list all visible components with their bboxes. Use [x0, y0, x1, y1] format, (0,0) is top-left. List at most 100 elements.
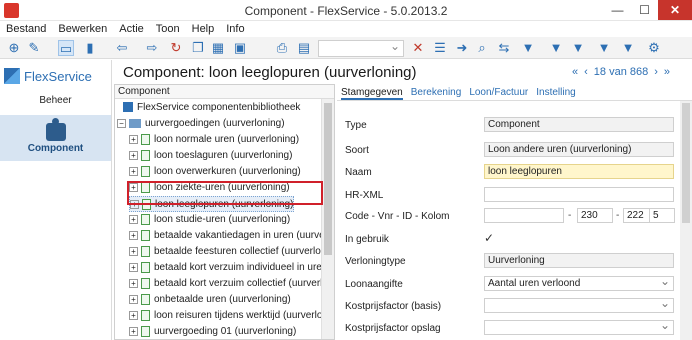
previous-record-icon[interactable]: ‹ [584, 66, 588, 78]
document-icon [141, 325, 150, 337]
tree-row[interactable]: + betaald kort verzuim collectief (uurver… [129, 276, 334, 292]
expand-toggle-icon[interactable]: + [129, 310, 138, 320]
code-input[interactable] [484, 208, 564, 223]
tree-row[interactable]: + betaalde vakantiedagen in uren (uurverl… [129, 228, 334, 244]
arrow-right-icon[interactable]: ⇨ [144, 40, 160, 56]
expand-toggle-icon[interactable]: + [129, 262, 138, 272]
print-icon[interactable]: ⎙ [274, 40, 290, 56]
tab-loon-factuur[interactable]: Loon/Factuur [469, 86, 528, 100]
panel-icon[interactable]: ▮ [82, 40, 98, 56]
expand-toggle-icon[interactable]: + [129, 166, 138, 176]
loonaangifte-select[interactable]: Aantal uren verloond [484, 275, 674, 291]
expand-toggle-icon[interactable]: + [129, 214, 138, 224]
nav-item-component[interactable]: Component [0, 115, 111, 161]
list-icon[interactable]: ☰ [432, 40, 448, 56]
tree-row-label: loon toeslaguren (uurverloning) [154, 150, 293, 161]
tree-row[interactable]: + loon overwerkuren (uurverloning) [129, 164, 301, 180]
save-icon[interactable]: ▣ [232, 40, 248, 56]
first-record-icon[interactable]: « [572, 66, 578, 78]
kostprijs-basis-select[interactable] [484, 297, 674, 313]
tools-icon[interactable]: ⚙ [646, 40, 662, 56]
menu-bewerken[interactable]: Bewerken [58, 23, 107, 35]
component-tree: Component FlexService componentenbibliot… [114, 84, 335, 340]
form-scrollbar[interactable] [680, 101, 692, 340]
tree-row[interactable]: + loon normale uren (uurverloning) [129, 132, 299, 148]
document-icon [141, 149, 150, 161]
window-title: Component - FlexService - 5.0.2013.2 [244, 4, 448, 18]
naam-input[interactable]: loon leeglopuren [484, 164, 674, 179]
title-bar: Component - FlexService - 5.0.2013.2 — ☐… [0, 0, 692, 21]
filter-clear-icon[interactable]: ✕ [410, 40, 426, 56]
pager-text: 18 van 868 [593, 66, 649, 78]
tree-row[interactable]: + uurvergoeding 01 (uurverloning) [129, 324, 296, 339]
edit-icon[interactable]: ✎ [26, 40, 42, 56]
ingebruik-checkbox[interactable]: ✓ [484, 231, 494, 245]
expand-toggle-icon[interactable]: + [129, 246, 138, 256]
minimize-button[interactable]: — [604, 0, 631, 20]
funnel-edit-icon[interactable]: ▼ [596, 40, 612, 56]
tree-row[interactable]: + onbetaalde uren (uurverloning) [129, 292, 291, 308]
refresh-icon[interactable]: ↻ [168, 40, 184, 56]
tab-instelling[interactable]: Instelling [536, 86, 575, 100]
tree-row[interactable]: + loon reisuren tijdens werktijd (uurverl… [129, 308, 334, 324]
tree-scrollbar-thumb[interactable] [324, 103, 332, 255]
funnel-minus-icon[interactable]: ▼ [570, 40, 586, 56]
layout-icon[interactable]: ▤ [296, 40, 312, 56]
tree-row[interactable]: FlexService componentenbibliotheek [123, 100, 300, 116]
type-field: Component [484, 117, 674, 132]
tree-row-label: betaalde vakantiedagen in uren (uurverlo… [154, 230, 334, 241]
maximize-button[interactable]: ☐ [631, 0, 658, 20]
expand-toggle-icon[interactable]: + [129, 326, 138, 336]
tree-column-header[interactable]: Component [115, 85, 334, 99]
expand-toggle-icon[interactable]: + [129, 278, 138, 288]
funnel-plus-icon[interactable]: ▼ [548, 40, 564, 56]
hrxml-input[interactable] [484, 187, 674, 202]
search-icon[interactable]: ⌕ [474, 40, 490, 56]
expand-toggle-icon[interactable]: + [129, 150, 138, 160]
nav-item-beheer[interactable]: Beheer [0, 92, 111, 112]
copy-icon[interactable]: ❐ [190, 40, 206, 56]
toolbar-combo[interactable] [318, 39, 404, 57]
tree-scrollbar[interactable] [321, 99, 334, 339]
tree-row[interactable]: − uurvergoedingen (uurverloning) [117, 116, 285, 132]
funnel-list-icon[interactable]: ▼ [620, 40, 636, 56]
last-record-icon[interactable]: » [664, 66, 670, 78]
arrow-icon[interactable]: ➜ [454, 40, 470, 56]
naam-label: Naam [345, 167, 372, 178]
plus-circle-icon[interactable]: ⊕ [6, 40, 22, 56]
tree-row[interactable]: + loon studie-uren (uurverloning) [129, 212, 290, 228]
tab-stamgegeven[interactable]: Stamgegeven [341, 86, 403, 100]
tab-berekening[interactable]: Berekening [411, 86, 462, 100]
kostprijs-opslag-select[interactable] [484, 319, 674, 335]
funnel-icon[interactable]: ▼ [520, 40, 536, 56]
expand-toggle-icon[interactable]: + [129, 230, 138, 240]
close-button[interactable]: ✕ [658, 0, 692, 20]
tree-row[interactable]: + betaald kort verzuim individueel in ure… [129, 260, 334, 276]
expand-toggle-icon[interactable]: + [129, 134, 138, 144]
vnr-separator: - [616, 210, 620, 221]
document-icon [141, 293, 150, 305]
vnr-input[interactable]: 230 [577, 208, 613, 223]
menu-info[interactable]: Info [226, 23, 244, 35]
tree-row[interactable]: + loon toeslaguren (uurverloning) [129, 148, 292, 164]
arrow-left-icon[interactable]: ⇦ [114, 40, 130, 56]
form-scrollbar-thumb[interactable] [682, 103, 690, 223]
menu-bestand[interactable]: Bestand [6, 23, 46, 35]
menu-help[interactable]: Help [192, 23, 215, 35]
expand-toggle-icon[interactable]: − [117, 118, 126, 128]
transfer-icon[interactable]: ⇆ [496, 40, 512, 56]
tree-row[interactable]: + betaalde feesturen collectief (uurverlo… [129, 244, 334, 260]
menu-toon[interactable]: Toon [156, 23, 180, 35]
kolom-input[interactable]: 5 [649, 208, 675, 223]
grid-icon[interactable]: ▦ [210, 40, 226, 56]
tree-row-label: betaald kort verzuim individueel in uren… [154, 262, 334, 273]
view-icon[interactable]: ▭ [58, 40, 74, 56]
type-label: Type [345, 120, 367, 131]
expand-toggle-icon[interactable]: + [129, 294, 138, 304]
menu-actie[interactable]: Actie [119, 23, 143, 35]
puzzle-icon [45, 118, 66, 141]
next-record-icon[interactable]: › [654, 66, 658, 78]
tab-strip: Stamgegeven Berekening Loon/Factuur Inst… [337, 86, 692, 101]
folder-icon [129, 118, 141, 128]
code-separator: - [568, 210, 572, 221]
